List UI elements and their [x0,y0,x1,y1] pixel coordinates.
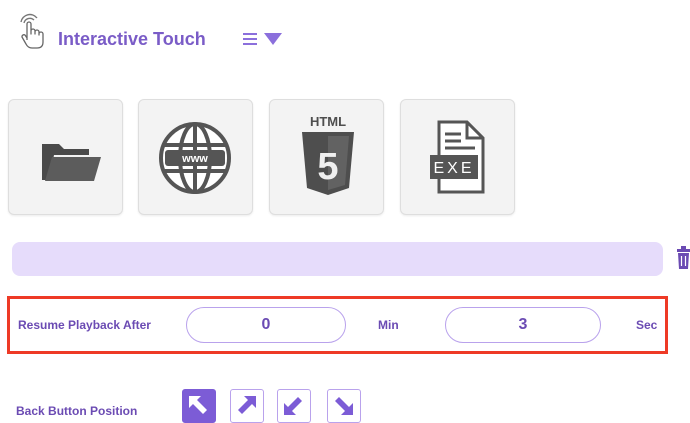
exe-text: EXE [433,160,474,177]
minutes-input[interactable]: 0 [186,307,346,343]
arrow-top-right-icon [238,396,256,414]
html5-icon: HTML 5 [302,114,354,195]
globe-www-icon: www [159,122,231,194]
web-source-button[interactable]: www [138,99,253,215]
path-field[interactable] [12,242,663,276]
html-source-button[interactable]: HTML 5 [269,99,384,215]
exe-source-button[interactable]: EXE [400,99,515,215]
html-text: HTML [310,114,346,129]
arrow-bottom-right-icon [335,397,353,415]
app-title: Interactive Touch [58,29,206,49]
html5-badge: 5 [317,146,338,188]
seconds-unit-label: Sec [636,318,658,332]
arrow-bottom-left-icon [284,397,302,415]
list-dropdown-icon[interactable] [243,30,285,50]
www-text: www [181,153,208,165]
position-bottom-left-button[interactable] [277,389,311,423]
arrow-top-left-icon [189,396,207,414]
folder-source-button[interactable] [8,99,123,215]
minutes-unit-label: Min [378,318,399,332]
back-button-position-label: Back Button Position [16,404,138,418]
position-top-left-button[interactable] [182,389,216,423]
resume-playback-label: Resume Playback After [18,318,151,332]
position-top-right-button[interactable] [230,389,264,423]
position-bottom-right-button[interactable] [327,389,361,423]
folder-icon [42,144,101,181]
exe-file-icon: EXE [430,120,485,194]
touch-hand-icon [15,12,47,50]
trash-icon[interactable] [676,245,690,271]
seconds-input[interactable]: 3 [445,307,601,343]
